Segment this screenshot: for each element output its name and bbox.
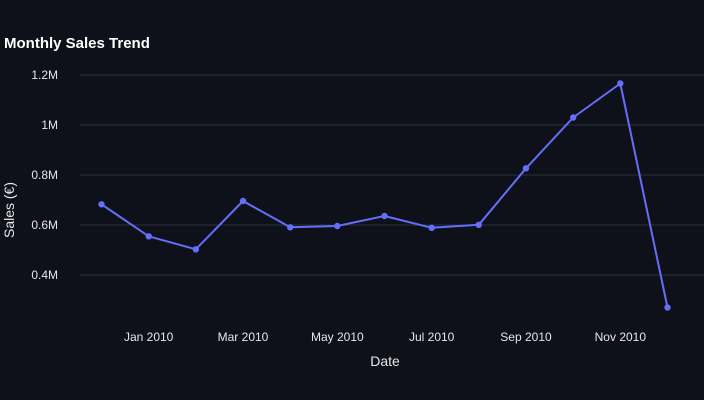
x-tick-label: Mar 2010 <box>218 330 269 344</box>
data-point[interactable] <box>98 201 105 208</box>
data-points <box>98 80 671 311</box>
series-line-path <box>100 82 669 308</box>
data-point[interactable] <box>570 114 577 121</box>
y-tick-labels: 0.4M 0.6M 0.8M 1M 1.2M <box>31 68 58 282</box>
data-point[interactable] <box>239 197 247 205</box>
data-point[interactable] <box>381 212 388 220</box>
data-point[interactable] <box>522 165 530 172</box>
x-tick-label: May 2010 <box>311 330 364 344</box>
grid-lines <box>80 74 704 276</box>
line-chart: 0.4M 0.6M 0.8M 1M 1.2M Jan 2010 Mar 2010 May 2… <box>1 68 704 369</box>
data-point[interactable] <box>192 246 199 253</box>
data-point[interactable] <box>334 222 341 230</box>
y-tick-label: 0.8M <box>31 168 58 182</box>
data-point[interactable] <box>664 304 671 311</box>
x-tick-labels: Jan 2010 Mar 2010 May 2010 Jul 2010 Sep 2010… <box>124 330 646 344</box>
data-point[interactable] <box>475 221 482 228</box>
data-point[interactable] <box>617 80 624 87</box>
series-line <box>100 82 669 308</box>
x-tick-label: Sep 2010 <box>500 330 552 344</box>
data-point[interactable] <box>428 224 435 231</box>
x-tick-label: Jan 2010 <box>124 330 174 344</box>
y-tick-label: 1M <box>41 118 58 132</box>
x-axis-label: Date <box>370 353 400 369</box>
data-point[interactable] <box>287 224 294 231</box>
x-tick-label: Jul 2010 <box>409 330 455 344</box>
x-tick-label: Nov 2010 <box>595 330 647 344</box>
y-tick-label: 0.4M <box>31 268 58 282</box>
y-tick-label: 1.2M <box>31 68 58 82</box>
y-axis-label: Sales (€) <box>1 182 17 238</box>
chart-container: Monthly Sales Trend 0.4M 0.6M 0.8M 1M 1.2M J… <box>0 0 704 400</box>
y-tick-label: 0.6M <box>31 218 58 232</box>
data-point[interactable] <box>145 233 152 240</box>
